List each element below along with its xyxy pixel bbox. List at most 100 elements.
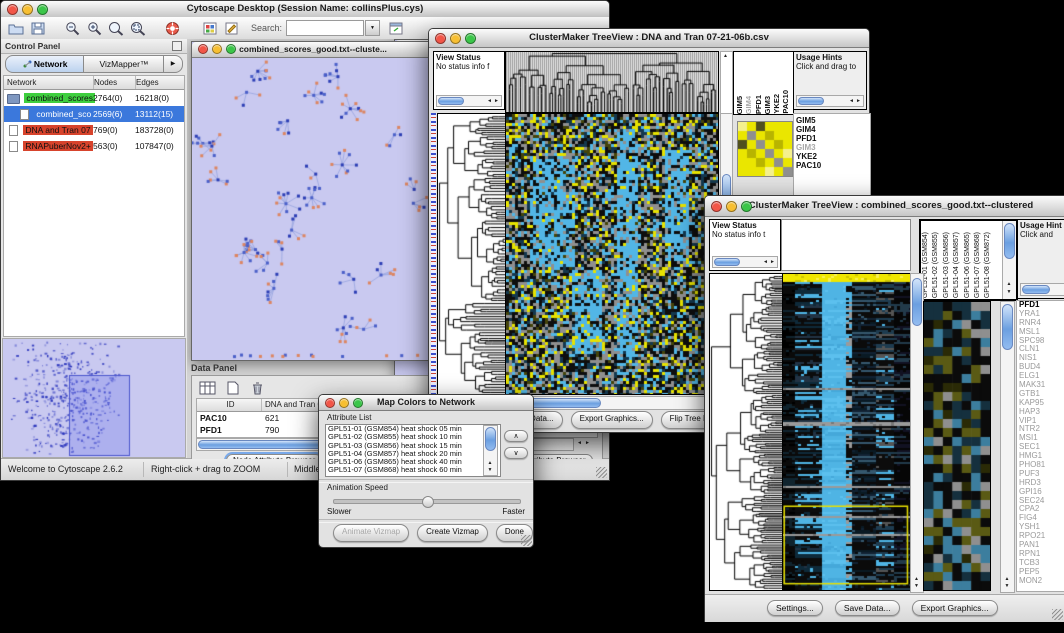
- close-icon[interactable]: [325, 398, 335, 408]
- scroll-down-icon[interactable]: ▼: [488, 468, 493, 473]
- column-label[interactable]: PAC10: [782, 90, 791, 114]
- network-table-row[interactable]: RNAPuberNov2+ 563(0) 107847(0): [4, 138, 184, 154]
- minimize-icon[interactable]: [212, 44, 222, 54]
- minimize-icon[interactable]: [22, 4, 33, 15]
- scroll-left-icon[interactable]: ◄: [487, 99, 492, 104]
- zoom-in-icon[interactable]: [84, 19, 104, 37]
- usage-hints-hscrollbar[interactable]: ◄ ►: [796, 95, 864, 107]
- vizmapper-palette-icon[interactable]: [200, 19, 220, 37]
- scroll-down-icon[interactable]: ▼: [914, 584, 919, 589]
- gene-label[interactable]: PEP5: [1019, 568, 1064, 577]
- dialog-button[interactable]: Animate Vizmap: [333, 524, 409, 542]
- search-dropdown-icon[interactable]: ▼: [365, 20, 380, 36]
- row-label[interactable]: PAC10: [796, 161, 868, 170]
- treeview2-titlebar[interactable]: ClusterMaker TreeView : combined_scores_…: [705, 196, 1064, 217]
- zoom-window-icon[interactable]: [226, 44, 236, 54]
- network-table-header[interactable]: Network Nodes Edges: [4, 76, 184, 90]
- gene-label[interactable]: CLN1: [1019, 345, 1064, 354]
- network-table-row[interactable]: DNA and Tran 07 769(0) 183728(0): [4, 122, 184, 138]
- gene-label[interactable]: HMG1: [1019, 452, 1064, 461]
- gene-label[interactable]: SPC98: [1019, 337, 1064, 346]
- view-status-hscrollbar[interactable]: ◄ ►: [436, 95, 502, 107]
- gene-label[interactable]: SEC24: [1019, 497, 1064, 506]
- treeview-button[interactable]: Export Graphics...: [912, 600, 998, 616]
- gene-label[interactable]: FIG4: [1019, 514, 1064, 523]
- tab-overflow-icon[interactable]: ▶: [163, 55, 183, 73]
- usage-hints-hscrollbar[interactable]: [1020, 283, 1064, 296]
- network-table-row[interactable]: combined_scores 2764(0) 16218(0): [4, 90, 184, 106]
- row-dendrogram[interactable]: [437, 113, 507, 395]
- gene-label[interactable]: MSI1: [1019, 434, 1064, 443]
- delete-attribute-icon[interactable]: [247, 379, 267, 397]
- minimize-icon[interactable]: [450, 33, 461, 44]
- attribute-browser-tab[interactable]: Node Attribute Browser: [226, 454, 322, 459]
- gene-label[interactable]: YSH1: [1019, 523, 1064, 532]
- gene-label[interactable]: GTB1: [1019, 390, 1064, 399]
- treeview-button[interactable]: Settings...: [767, 600, 823, 616]
- close-icon[interactable]: [435, 33, 446, 44]
- scrollbar-thumb[interactable]: [485, 427, 496, 451]
- scroll-down-icon[interactable]: ▼: [1007, 290, 1012, 295]
- network-view-titlebar[interactable]: combined_scores_good.txt--cluste...: [192, 42, 434, 58]
- row-dendrogram[interactable]: [709, 273, 783, 591]
- treeview-button[interactable]: Save Data...: [835, 600, 900, 616]
- column-label[interactable]: GPL51-06 (GSM865): [964, 232, 974, 298]
- gene-label[interactable]: MSL1: [1019, 328, 1064, 337]
- row-label[interactable]: GIM4: [796, 125, 868, 134]
- new-attribute-icon[interactable]: [223, 379, 243, 397]
- column-label[interactable]: GPL51-02 (GSM855): [932, 232, 942, 298]
- column-dendrogram[interactable]: [505, 51, 719, 113]
- column-labels-vscrollbar[interactable]: ▲ ▼: [1002, 221, 1016, 299]
- dialog-titlebar[interactable]: Map Colors to Network: [319, 395, 533, 411]
- row-label[interactable]: PFD1: [796, 134, 868, 143]
- scrollbar-thumb[interactable]: [912, 278, 922, 326]
- gene-label[interactable]: NTR2: [1019, 425, 1064, 434]
- resize-grip[interactable]: [1052, 609, 1063, 620]
- scroll-right-icon[interactable]: ►: [585, 441, 590, 446]
- search-input[interactable]: [286, 20, 364, 36]
- column-dendrogram-area[interactable]: [781, 219, 911, 271]
- gene-label[interactable]: PHO81: [1019, 461, 1064, 470]
- scrollbar-thumb[interactable]: [438, 97, 464, 105]
- scroll-down-icon[interactable]: ▼: [1005, 584, 1010, 589]
- gene-label[interactable]: SEC1: [1019, 443, 1064, 452]
- gene-label[interactable]: PUF3: [1019, 470, 1064, 479]
- move-down-button[interactable]: ∨: [504, 447, 528, 459]
- scroll-left-icon[interactable]: ◄: [849, 99, 854, 104]
- gene-label[interactable]: RPO21: [1019, 532, 1064, 541]
- scroll-up-icon[interactable]: ▲: [1007, 282, 1012, 287]
- scroll-right-icon[interactable]: ►: [770, 260, 775, 265]
- row-label[interactable]: GIM5: [796, 116, 868, 125]
- gene-label[interactable]: HAP3: [1019, 408, 1064, 417]
- gene-label[interactable]: VIP1: [1019, 417, 1064, 426]
- minimize-icon[interactable]: [726, 201, 737, 212]
- heatmap-main[interactable]: [505, 113, 719, 395]
- scroll-left-icon[interactable]: ◄: [577, 441, 582, 446]
- network-canvas[interactable]: [192, 58, 432, 360]
- attribute-table-icon[interactable]: [197, 379, 217, 397]
- column-label[interactable]: GPL51-03 (GSM856): [943, 232, 953, 298]
- attribute-item[interactable]: GPL51-07 (GSM868) heat shock 60 min: [328, 466, 500, 474]
- attribute-list-vscrollbar[interactable]: ▲ ▼: [483, 425, 498, 476]
- zoom-window-icon[interactable]: [465, 33, 476, 44]
- slider-thumb[interactable]: [422, 496, 434, 508]
- scrollbar-thumb[interactable]: [1002, 304, 1013, 350]
- animation-speed-slider[interactable]: [333, 499, 521, 504]
- zoom-window-icon[interactable]: [353, 398, 363, 408]
- column-label[interactable]: GPL51-04 (GSM857): [953, 232, 963, 298]
- gene-label[interactable]: CPA2: [1019, 505, 1064, 514]
- column-label[interactable]: GPL51-08 (GSM872): [984, 232, 994, 298]
- open-session-icon[interactable]: [6, 19, 26, 37]
- scroll-up-icon[interactable]: ▲: [488, 461, 493, 466]
- zoom-fit-icon[interactable]: [128, 19, 148, 37]
- scroll-up-icon[interactable]: ▲: [1005, 577, 1010, 582]
- scrollbar-thumb[interactable]: [798, 97, 824, 105]
- gene-label[interactable]: HRD3: [1019, 479, 1064, 488]
- view-status-hscrollbar[interactable]: ◄ ►: [712, 256, 778, 268]
- save-session-icon[interactable]: [28, 19, 48, 37]
- row-label[interactable]: GIM3: [796, 143, 868, 152]
- birdseye-view[interactable]: [2, 338, 186, 458]
- gene-label[interactable]: BUD4: [1019, 363, 1064, 372]
- gene-label[interactable]: MAK31: [1019, 381, 1064, 390]
- close-icon[interactable]: [711, 201, 722, 212]
